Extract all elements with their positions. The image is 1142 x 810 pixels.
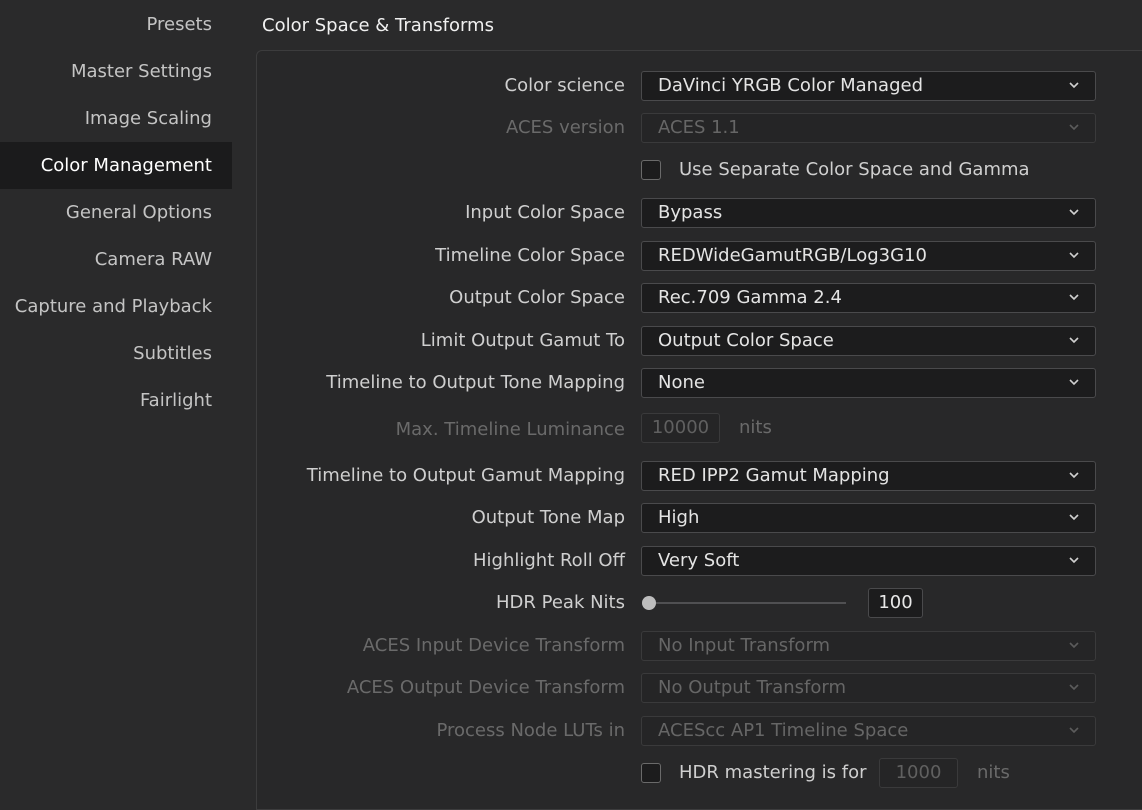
separate-color-space-label: Use Separate Color Space and Gamma — [679, 159, 1030, 180]
hdr-peak-nits-label: HDR Peak Nits — [496, 592, 625, 613]
color-science-dropdown[interactable]: DaVinci YRGB Color Managed — [641, 71, 1096, 101]
hdr-peak-nits-slider-track[interactable] — [648, 602, 846, 604]
aces-odt-label: ACES Output Device Transform — [346, 677, 625, 698]
chevron-down-icon — [1069, 642, 1079, 649]
output-tone-map-label: Output Tone Map — [471, 507, 625, 528]
chevron-down-icon — [1069, 379, 1079, 386]
section-title: Color Space & Transforms — [262, 15, 494, 36]
chevron-down-icon — [1069, 727, 1079, 734]
tone-mapping-value: None — [658, 372, 705, 393]
separate-color-space-checkbox[interactable] — [641, 160, 661, 180]
chevron-down-icon — [1069, 252, 1079, 259]
process-node-luts-value: ACEScc AP1 Timeline Space — [658, 720, 909, 741]
hdr-peak-nits-slider-thumb[interactable] — [642, 596, 656, 610]
hdr-mastering-unit: nits — [977, 762, 1010, 783]
output-tone-map-value: High — [658, 507, 700, 528]
aces-idt-dropdown: No Input Transform — [641, 631, 1096, 661]
gamut-mapping-dropdown[interactable]: RED IPP2 Gamut Mapping — [641, 461, 1096, 491]
sidebar-item-presets[interactable]: Presets — [0, 1, 232, 48]
chevron-down-icon — [1069, 514, 1079, 521]
sidebar-item-capture-and-playback[interactable]: Capture and Playback — [0, 283, 232, 330]
tone-mapping-dropdown[interactable]: None — [641, 368, 1096, 398]
max-luminance-label: Max. Timeline Luminance — [395, 419, 625, 440]
hdr-peak-nits-field[interactable]: 100 — [868, 588, 923, 618]
limit-output-gamut-dropdown[interactable]: Output Color Space — [641, 326, 1096, 356]
chevron-down-icon — [1069, 209, 1079, 216]
output-tone-map-dropdown[interactable]: High — [641, 503, 1096, 533]
tone-mapping-label: Timeline to Output Tone Mapping — [326, 372, 625, 393]
limit-output-gamut-label: Limit Output Gamut To — [420, 330, 625, 351]
highlight-roll-off-value: Very Soft — [658, 550, 740, 571]
settings-sidebar: Presets Master Settings Image Scaling Co… — [0, 0, 232, 800]
sidebar-item-image-scaling[interactable]: Image Scaling — [0, 95, 232, 142]
chevron-down-icon — [1069, 337, 1079, 344]
color-science-value: DaVinci YRGB Color Managed — [658, 75, 923, 96]
sidebar-item-general-options[interactable]: General Options — [0, 189, 232, 236]
process-node-luts-label: Process Node LUTs in — [436, 720, 625, 741]
chevron-down-icon — [1069, 472, 1079, 479]
chevron-down-icon — [1069, 294, 1079, 301]
sidebar-item-camera-raw[interactable]: Camera RAW — [0, 236, 232, 283]
sidebar-item-fairlight[interactable]: Fairlight — [0, 377, 232, 424]
aces-odt-value: No Output Transform — [658, 677, 846, 698]
input-color-space-label: Input Color Space — [465, 202, 625, 223]
input-color-space-value: Bypass — [658, 202, 723, 223]
process-node-luts-dropdown: ACEScc AP1 Timeline Space — [641, 716, 1096, 746]
aces-version-label: ACES version — [505, 117, 625, 138]
gamut-mapping-value: RED IPP2 Gamut Mapping — [658, 465, 890, 486]
aces-idt-label: ACES Input Device Transform — [362, 635, 625, 656]
output-color-space-value: Rec.709 Gamma 2.4 — [658, 287, 842, 308]
chevron-down-icon — [1069, 557, 1079, 564]
hdr-mastering-field: 1000 — [879, 758, 958, 788]
chevron-down-icon — [1069, 82, 1079, 89]
timeline-color-space-dropdown[interactable]: REDWideGamutRGB/Log3G10 — [641, 241, 1096, 271]
hdr-mastering-checkbox[interactable] — [641, 763, 661, 783]
sidebar-item-color-management[interactable]: Color Management — [0, 142, 232, 189]
highlight-roll-off-label: Highlight Roll Off — [473, 550, 625, 571]
aces-odt-dropdown: No Output Transform — [641, 673, 1096, 703]
output-color-space-label: Output Color Space — [449, 287, 625, 308]
output-color-space-dropdown[interactable]: Rec.709 Gamma 2.4 — [641, 283, 1096, 313]
aces-version-value: ACES 1.1 — [658, 117, 740, 138]
color-science-label: Color science — [504, 75, 625, 96]
timeline-color-space-value: REDWideGamutRGB/Log3G10 — [658, 245, 927, 266]
sidebar-item-master-settings[interactable]: Master Settings — [0, 48, 232, 95]
max-luminance-field: 10000 — [641, 413, 720, 443]
chevron-down-icon — [1069, 124, 1079, 131]
highlight-roll-off-dropdown[interactable]: Very Soft — [641, 546, 1096, 576]
timeline-color-space-label: Timeline Color Space — [435, 245, 625, 266]
hdr-mastering-label: HDR mastering is for — [679, 762, 867, 783]
aces-idt-value: No Input Transform — [658, 635, 831, 656]
sidebar-item-subtitles[interactable]: Subtitles — [0, 330, 232, 377]
gamut-mapping-label: Timeline to Output Gamut Mapping — [306, 465, 625, 486]
limit-output-gamut-value: Output Color Space — [658, 330, 834, 351]
chevron-down-icon — [1069, 684, 1079, 691]
max-luminance-unit: nits — [739, 417, 772, 438]
input-color-space-dropdown[interactable]: Bypass — [641, 198, 1096, 228]
aces-version-dropdown: ACES 1.1 — [641, 113, 1096, 143]
